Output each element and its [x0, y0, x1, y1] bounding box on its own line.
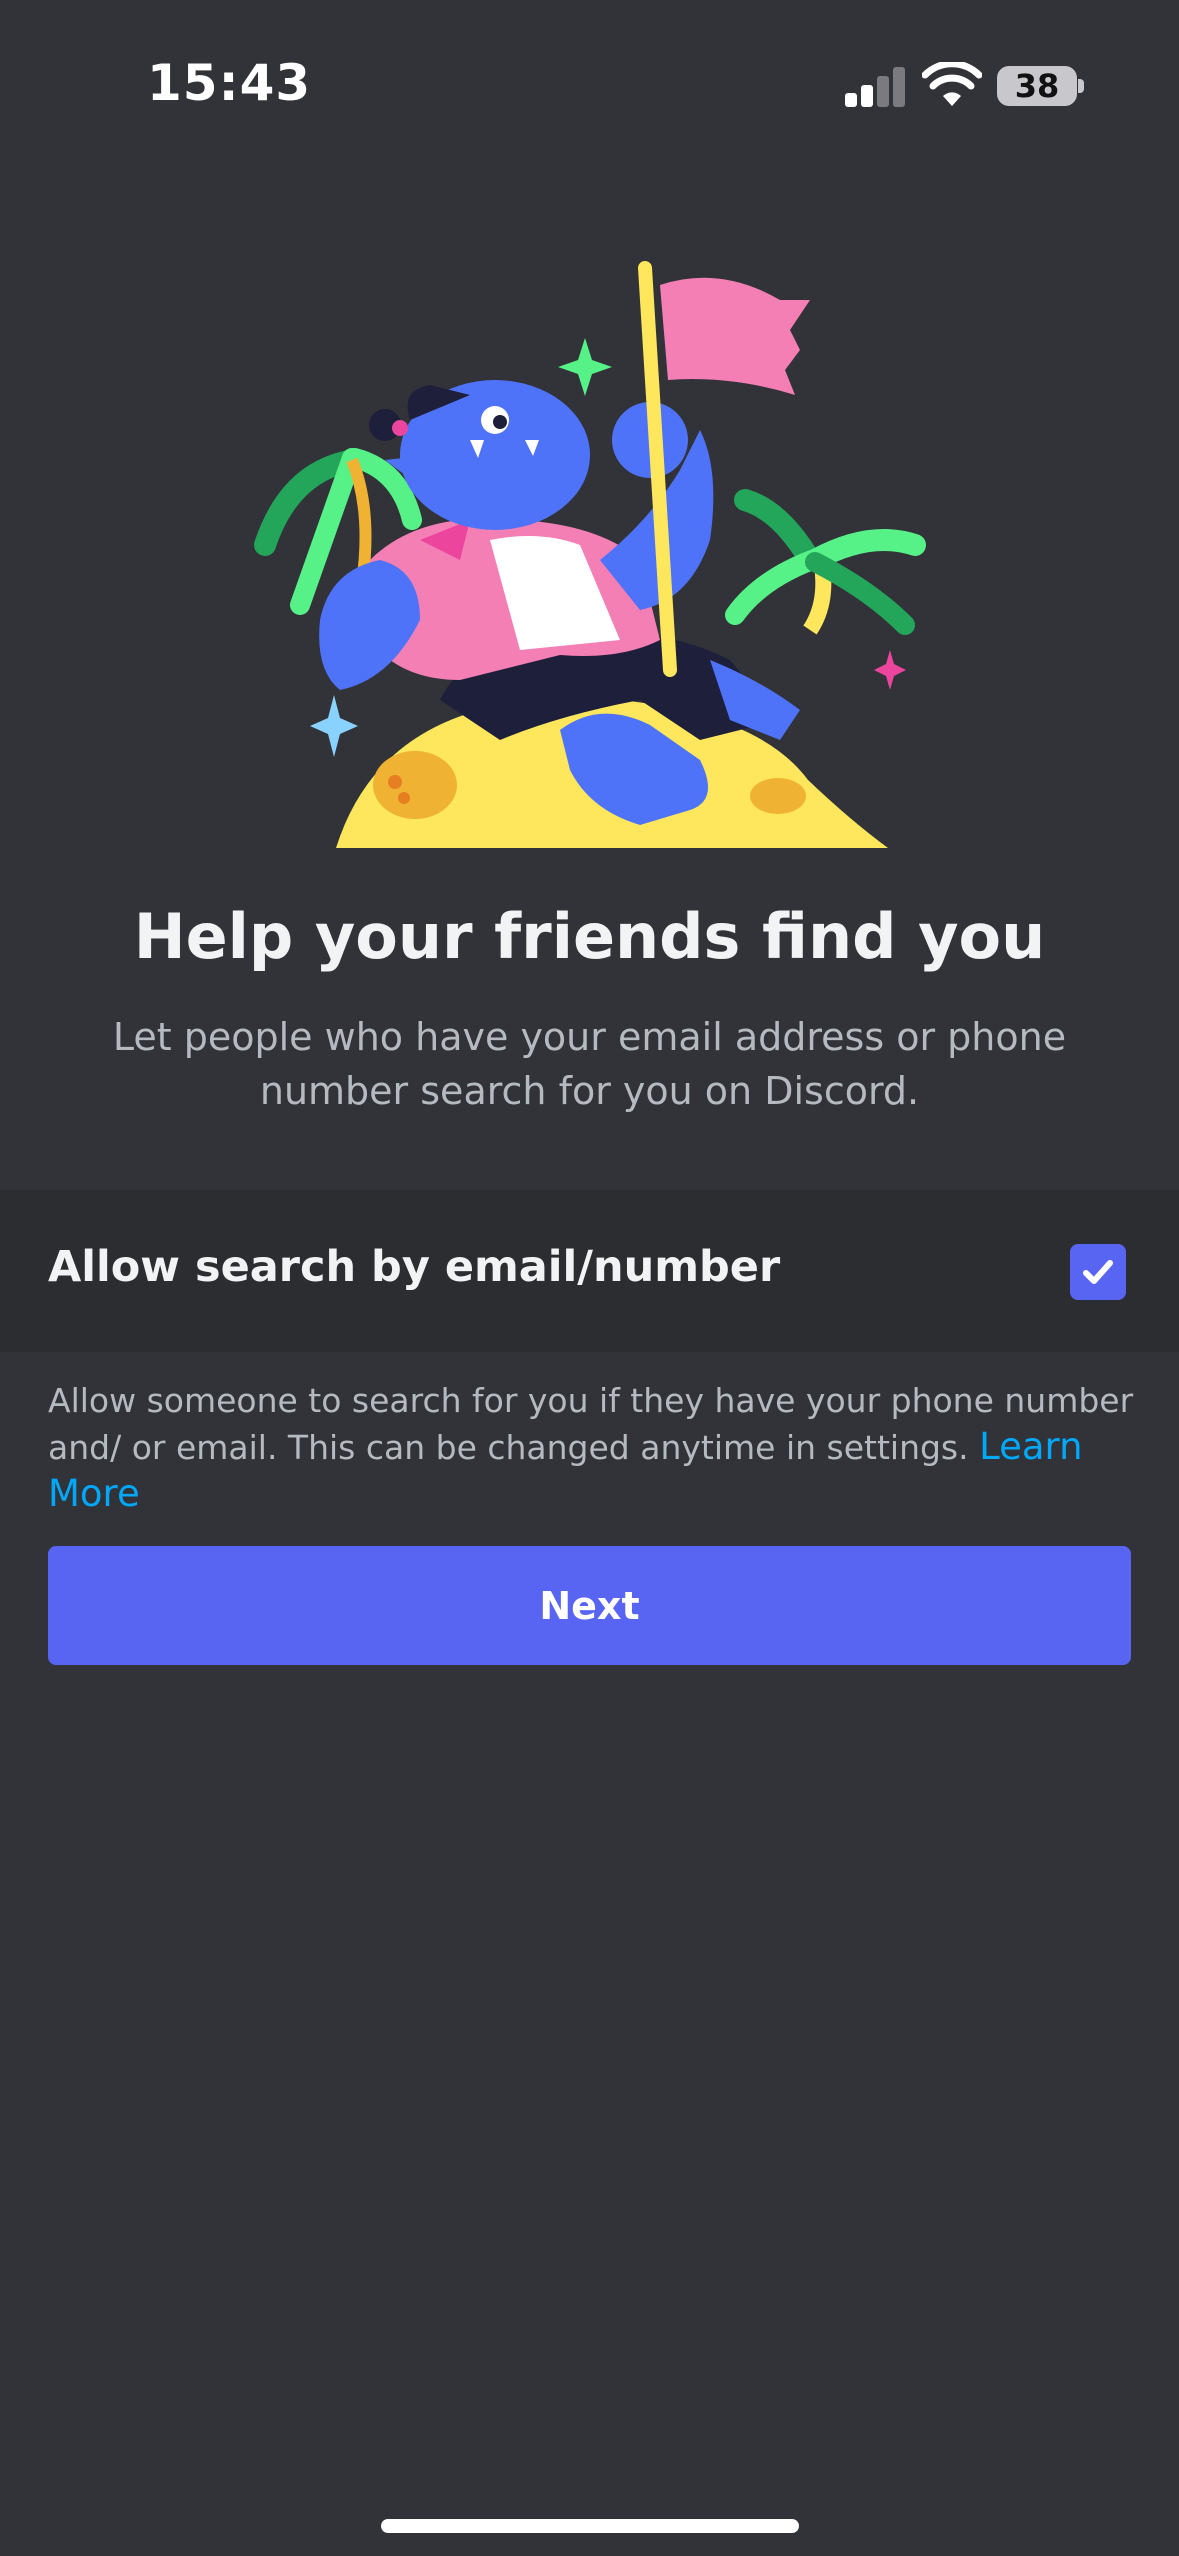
wifi-icon	[922, 62, 982, 106]
status-bar: 15:43 38	[0, 0, 1179, 175]
checkmark-icon	[1083, 1260, 1113, 1284]
battery-tip	[1078, 79, 1084, 93]
next-button[interactable]: Next	[48, 1546, 1131, 1665]
cellular-signal-icon	[845, 65, 905, 107]
allow-search-setting-row[interactable]: Allow search by email/number	[0, 1190, 1179, 1352]
allow-search-checkbox[interactable]	[1070, 1244, 1126, 1300]
home-indicator[interactable]	[381, 2519, 799, 2533]
setting-description: Allow someone to search for you if they …	[48, 1378, 1138, 1518]
page-title: Help your friends find you	[133, 900, 1046, 973]
allow-search-label: Allow search by email/number	[48, 1242, 781, 1292]
status-time: 15:43	[147, 54, 312, 112]
page-subtitle: Let people who have your email address o…	[112, 1015, 1067, 1113]
hero-illustration	[254, 261, 926, 848]
setting-description-text: Allow someone to search for you if they …	[48, 1381, 1134, 1467]
battery-icon: 38	[997, 66, 1077, 106]
